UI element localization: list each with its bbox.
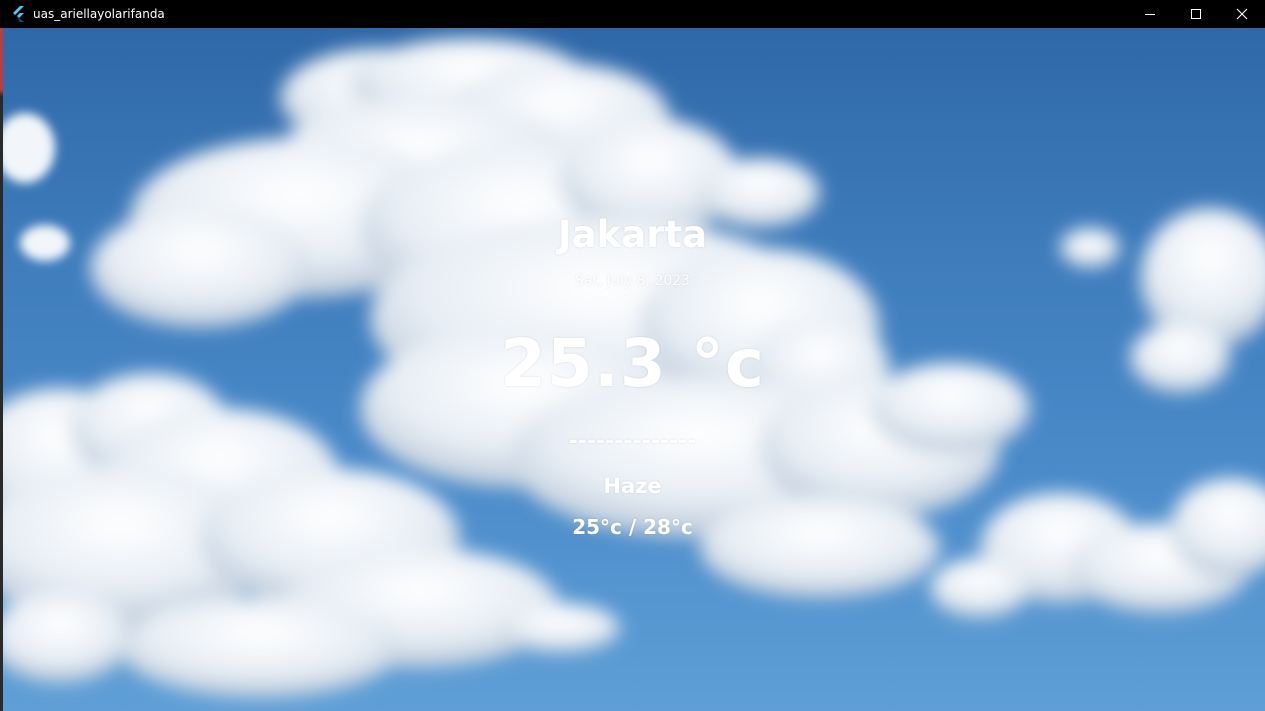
temperature-range: 25°c / 28°c: [572, 515, 693, 539]
divider-line: --------------: [568, 429, 697, 454]
title-bar[interactable]: uas_ariellayolarifanda: [0, 0, 1265, 28]
weather-condition: Haze: [603, 474, 662, 498]
current-date: Sat, July 8, 2023: [575, 273, 690, 289]
close-icon: [1236, 8, 1248, 20]
maximize-icon: [1191, 9, 1201, 19]
weather-screen: Jakarta Sat, July 8, 2023 25.3 °c ------…: [0, 28, 1265, 711]
maximize-button[interactable]: [1173, 0, 1219, 28]
current-temperature: 25.3 °c: [500, 325, 765, 402]
city-name: Jakarta: [557, 213, 708, 256]
minimize-button[interactable]: [1127, 0, 1173, 28]
minimize-icon: [1145, 14, 1155, 15]
close-button[interactable]: [1219, 0, 1265, 28]
window-controls: [1127, 0, 1265, 28]
flutter-icon: [12, 6, 26, 22]
window-title: uas_ariellayolarifanda: [33, 7, 165, 21]
weather-panel: Jakarta Sat, July 8, 2023 25.3 °c ------…: [0, 28, 1265, 711]
app-window: uas_ariellayolarifanda Jakarta Sat, July…: [0, 0, 1265, 711]
